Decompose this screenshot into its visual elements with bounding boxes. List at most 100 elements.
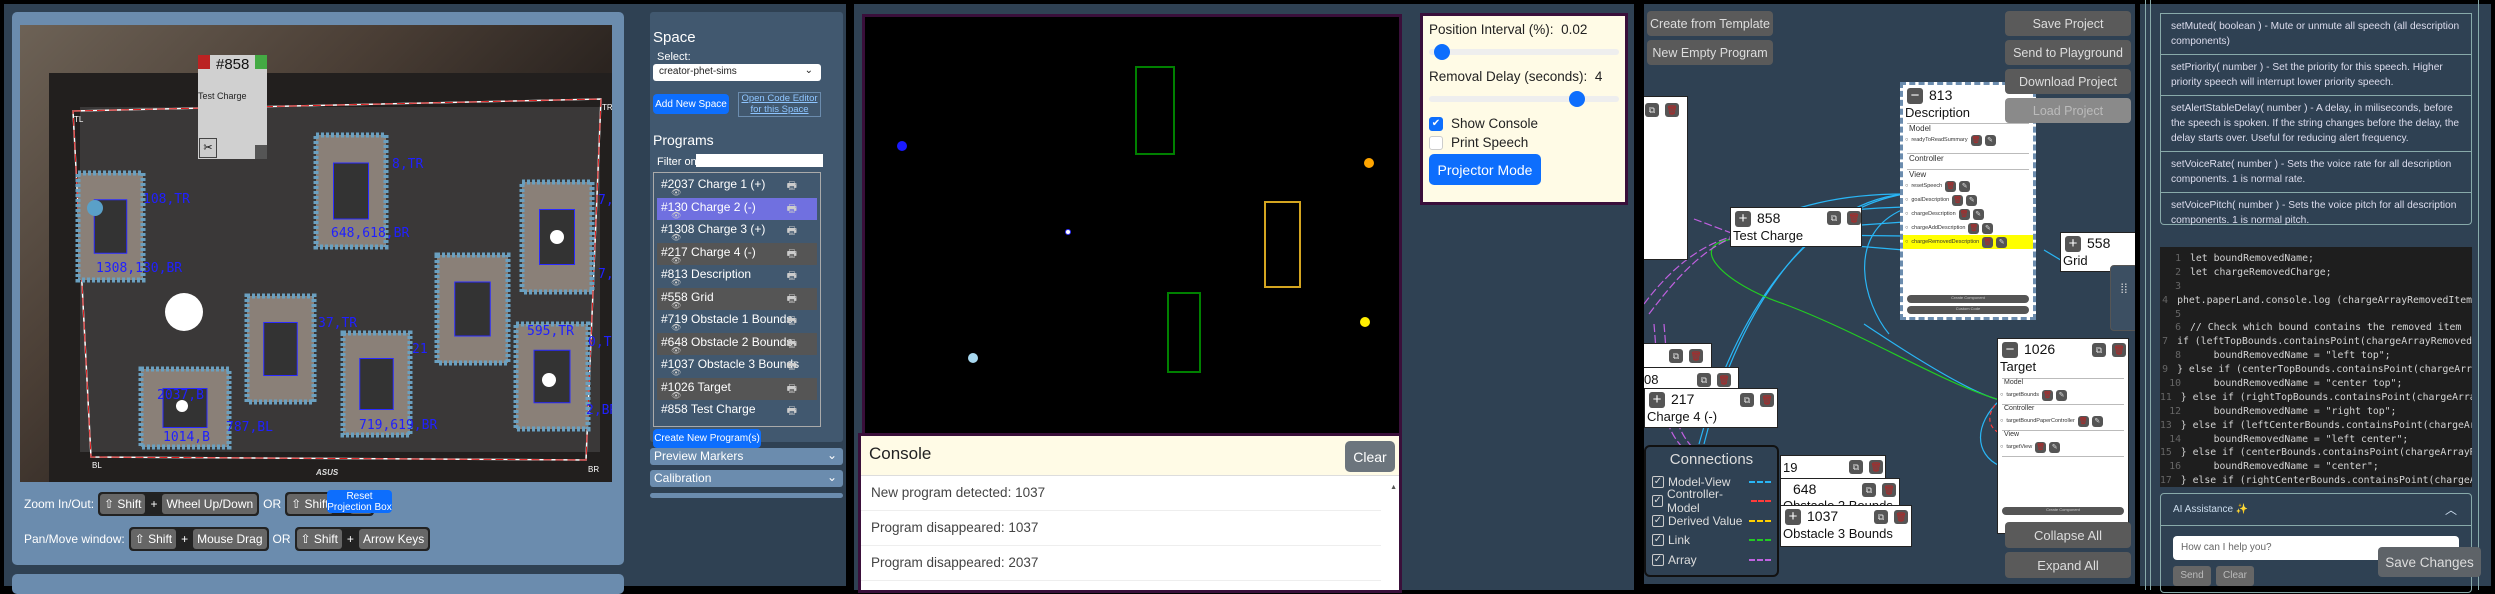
ai-clear-button[interactable]: Clear — [2216, 566, 2254, 586]
trash-icon[interactable]: 🗑 — [2112, 343, 2126, 357]
collapsed-accordion[interactable] — [650, 493, 843, 498]
program-node-858[interactable]: + 858 Test Charge ⧉ 🗑 — [1730, 207, 1862, 247]
trash-icon[interactable]: 🗑 — [1894, 510, 1908, 524]
eye-icon[interactable]: 👁 — [671, 256, 681, 265]
copy-icon[interactable]: ⧉ — [1669, 349, 1683, 363]
printer-icon[interactable]: 🖶 — [787, 380, 797, 399]
camera-feed[interactable]: TL TR BL BR 108,TR 1308,130,BR 8,TR 648,618,BR 7… — [20, 25, 612, 482]
component-target-bound-paper-controller[interactable]: ○ targetBoundPaperController 🗑 ✎ — [1998, 412, 2128, 430]
drag-handle-icon[interactable]: ⁞⁞ — [2110, 265, 2135, 331]
program-node-1037[interactable]: + 1037 Obstacle 3 Bounds ⧉ 🗑 — [1780, 505, 1912, 547]
printer-icon[interactable]: 🖶 — [787, 200, 797, 219]
program-node-217[interactable]: + 217 Charge 4 (-) ⧉ 🗑 — [1644, 388, 1778, 428]
trash-icon[interactable]: 🗑 — [1982, 236, 1994, 248]
component-target-view[interactable]: ○ targetView 🗑 ✎ — [1998, 438, 2128, 456]
trash-icon[interactable]: 🗑 — [1945, 180, 1957, 192]
copy-icon[interactable]: ⧉ — [1697, 373, 1711, 387]
eye-icon[interactable]: 👁 — [671, 391, 681, 400]
print-speech-checkbox[interactable]: Print Speech — [1429, 135, 1619, 150]
program-list-item[interactable]: #558 Grid 🖶 👁 — [657, 287, 817, 310]
copy-icon[interactable]: ⧉ — [1827, 211, 1841, 225]
component-goalDescription[interactable]: ○ goalDescription 🗑 ✎ — [1903, 193, 2033, 207]
removal-delay-slider[interactable] — [1429, 91, 1619, 107]
eye-icon[interactable]: 👁 — [671, 211, 681, 220]
collapse-icon[interactable]: − — [1907, 88, 1923, 104]
legend-item[interactable]: ✓ Derived Value — [1652, 511, 1771, 531]
code-editor[interactable]: 1 let boundRemovedName; 2 let chargeRemoved… — [2160, 247, 2472, 487]
calibration-accordion[interactable]: Calibration ⌄ — [650, 470, 843, 487]
eye-icon[interactable]: 👁 — [671, 368, 681, 377]
printer-icon[interactable]: 🖶 — [787, 335, 797, 354]
add-new-space-button[interactable]: Add New Space — [653, 94, 729, 114]
create-component-button[interactable]: Create Component — [2002, 507, 2124, 515]
preview-markers-accordion[interactable]: Preview Markers ⌄ — [650, 448, 843, 465]
legend-item[interactable]: ✓ Array — [1652, 550, 1771, 570]
program-list-item[interactable]: #1037 Obstacle 3 Bounds 🖶 👁 — [657, 355, 817, 378]
edit-icon[interactable]: ✎ — [1982, 222, 1994, 234]
scissors-icon[interactable]: ✂ — [199, 138, 217, 158]
ai-assistance-header[interactable]: AI Assistance ✨ ︿ — [2161, 494, 2471, 526]
program-node-648[interactable]: 648 Obstacle 2 Bounds ⧉ 🗑 — [1780, 478, 1900, 508]
scroll-up-arrow[interactable]: ▲ — [1390, 484, 1397, 491]
program-node-partial[interactable]: ⧉ 🗑 — [1644, 343, 1712, 369]
printer-icon[interactable]: 🖶 — [787, 177, 797, 196]
copy-icon[interactable]: ⧉ — [1862, 483, 1876, 497]
program-list-item[interactable]: #813 Description 🖶 👁 — [657, 265, 817, 288]
legend-item[interactable]: ✓ Controller-Model — [1652, 487, 1771, 515]
printer-icon[interactable]: 🖶 — [787, 312, 797, 331]
program-list-item[interactable]: #2037 Charge 1 (+) 🖶 👁 — [657, 175, 817, 198]
custom-code-button[interactable]: Custom Code — [1907, 306, 2029, 314]
copy-icon[interactable]: ⧉ — [1874, 510, 1888, 524]
filter-input[interactable] — [696, 154, 823, 167]
projector-mode-button[interactable]: Projector Mode — [1429, 154, 1541, 185]
trash-icon[interactable]: 🗑 — [1952, 194, 1964, 206]
component-chargeDescription[interactable]: ○ chargeDescription 🗑 ✎ — [1903, 207, 2033, 221]
printer-icon[interactable]: 🖶 — [787, 222, 797, 241]
program-list-item[interactable]: #719 Obstacle 1 Bounds 🖶 👁 — [657, 310, 817, 333]
printer-icon[interactable]: 🖶 — [787, 245, 797, 264]
printer-icon[interactable]: 🖶 — [787, 357, 797, 376]
eye-icon[interactable]: 👁 — [671, 233, 681, 242]
create-from-template-button[interactable]: Create from Template — [1647, 11, 1773, 36]
copy-icon[interactable]: ⧉ — [1849, 460, 1863, 474]
component-target-bounds[interactable]: ○ targetBounds 🗑 ✎ — [1998, 386, 2128, 404]
slider-thumb[interactable] — [1569, 91, 1586, 107]
slider-thumb[interactable] — [1434, 44, 1451, 60]
checkbox-checked-icon[interactable]: ✓ — [1652, 534, 1664, 547]
eye-icon[interactable]: 👁 — [671, 323, 681, 332]
expand-icon[interactable]: + — [2065, 236, 2081, 252]
program-list-item[interactable]: #1026 Target 🖶 👁 — [657, 377, 817, 400]
trash-icon[interactable]: 🗑 — [1665, 103, 1679, 117]
checkbox-unchecked-icon[interactable] — [1429, 135, 1443, 150]
program-list-item[interactable]: #217 Charge 4 (-) 🖶 👁 — [657, 242, 817, 265]
save-changes-button[interactable]: Save Changes — [2378, 547, 2481, 577]
collapse-icon[interactable]: − — [2002, 342, 2018, 358]
trash-icon[interactable]: 🗑 — [1869, 460, 1883, 474]
open-code-editor-link[interactable]: Open Code Editor for this Space — [738, 92, 821, 117]
space-select[interactable]: creator-phet-sims ⌄ — [653, 64, 821, 81]
eye-icon[interactable]: 👁 — [671, 188, 681, 197]
checkbox-checked-icon[interactable]: ✓ — [1652, 475, 1664, 488]
trash-icon[interactable]: 🗑 — [1847, 211, 1861, 225]
checkbox-checked-icon[interactable]: ✓ — [1652, 514, 1664, 527]
trash-icon[interactable]: 🗑 — [1760, 393, 1774, 407]
checkbox-checked-icon[interactable]: ✓ — [1652, 553, 1664, 566]
component-resetSpeech[interactable]: ○ resetSpeech 🗑 ✎ — [1903, 179, 2033, 193]
expand-icon[interactable]: + — [1785, 509, 1801, 525]
save-project-button[interactable]: Save Project — [2005, 11, 2131, 36]
new-empty-program-button[interactable]: New Empty Program — [1647, 40, 1773, 65]
program-list-item[interactable]: #858 Test Charge 🖶 — [657, 400, 817, 423]
program-overlay-card[interactable]: #858 Test Charge ✂ — [198, 55, 267, 159]
projector-canvas[interactable] — [862, 14, 1402, 466]
show-console-checkbox[interactable]: ✔ Show Console — [1429, 116, 1619, 131]
component-chargeRemovedDescription[interactable]: ○ chargeRemovedDescription 🗑 ✎ — [1903, 235, 2033, 249]
copy-icon[interactable]: ⧉ — [2092, 343, 2106, 357]
trash-icon[interactable]: 🗑 — [1717, 373, 1731, 387]
chevron-up-icon[interactable]: ︿ — [2445, 501, 2457, 518]
create-component-button[interactable]: Create Component — [1907, 295, 2029, 303]
edit-icon[interactable]: ✎ — [1972, 208, 1984, 220]
create-new-programs-button[interactable]: Create New Program(s) — [653, 429, 761, 448]
trash-icon[interactable]: 🗑 — [1958, 208, 1970, 220]
checkbox-checked-icon[interactable]: ✓ — [1652, 495, 1664, 508]
trash-icon[interactable]: 🗑 — [1689, 349, 1703, 363]
